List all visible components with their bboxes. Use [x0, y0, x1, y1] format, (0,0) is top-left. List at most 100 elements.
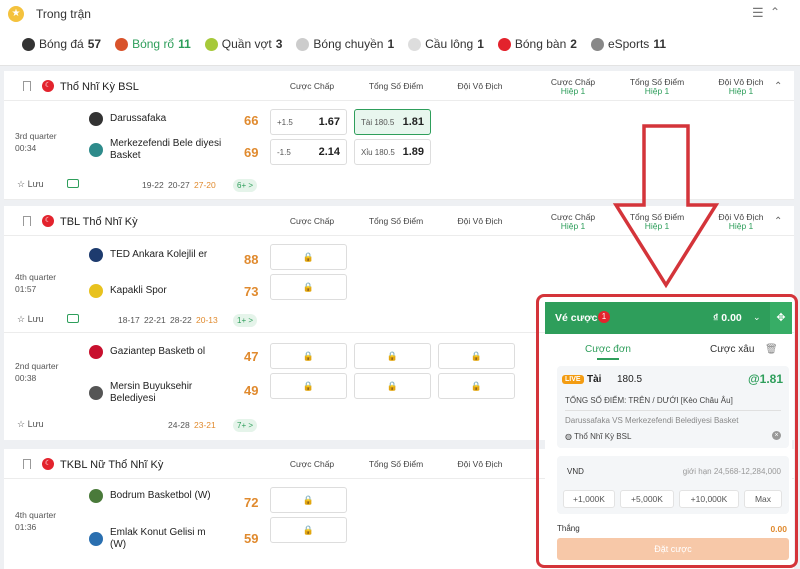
lock-icon: 🔒: [386, 381, 399, 391]
col-half1: Hiệp 1: [560, 86, 586, 96]
col-half1: Hiệp 1: [560, 221, 586, 231]
home-team[interactable]: Darussafaka: [89, 112, 222, 126]
locked-market: 🔒: [438, 373, 515, 399]
move-icon[interactable]: ✥: [770, 302, 792, 334]
favorite-button[interactable]: ☆ Lưu: [17, 314, 44, 325]
locked-market: 🔒: [270, 274, 347, 300]
col-outright: Đội Vô Địch: [457, 459, 503, 469]
selection-odds: @1.81: [747, 372, 783, 386]
away-team[interactable]: Emlak Konut Gelisi m (W): [89, 527, 222, 551]
quarter-score: 27-20: [194, 180, 216, 190]
gamepad-icon: [590, 37, 604, 51]
team-logo: [89, 248, 103, 262]
locked-market: 🔒: [438, 343, 515, 369]
away-team[interactable]: Merkezefendi Bele diyesi Basket: [89, 138, 222, 162]
odds-button[interactable]: -1.5 2.14: [270, 139, 347, 165]
odds-button[interactable]: Xỉu 180.5 1.89: [354, 139, 431, 165]
locked-market: 🔒: [354, 343, 431, 369]
col-half1: Hiệp 1: [728, 86, 754, 96]
tab-table-tennis[interactable]: Bóng bàn 2: [497, 37, 577, 51]
tab-parlay-bet[interactable]: Cược xâu: [710, 344, 754, 355]
selection-line: 180.5: [617, 374, 643, 385]
match-clock: 01:36: [15, 522, 37, 532]
betslip-header[interactable]: Vé cược 1 ₫ 0.00 ⌄ ✥: [545, 302, 792, 334]
quick-stake-button[interactable]: +1,000K: [563, 490, 615, 508]
home-score: 47: [244, 349, 259, 364]
favorite-button[interactable]: ☆ Lưu: [17, 419, 44, 430]
match-clock: 00:34: [15, 143, 37, 153]
league-name: TBL Thổ Nhĩ Kỳ: [60, 216, 138, 228]
odds-button[interactable]: +1.5 1.67: [270, 109, 347, 135]
chevron-up-icon[interactable]: ⌃: [774, 216, 782, 227]
close-icon[interactable]: ×: [772, 431, 781, 440]
more-markets-button[interactable]: 7+ >: [233, 419, 258, 432]
home-team[interactable]: Gaziantep Basketb ol: [89, 345, 222, 359]
list-menu-icon[interactable]: ☰: [752, 5, 764, 21]
match-clock: 00:38: [15, 373, 37, 383]
trash-icon[interactable]: 🗑: [765, 344, 778, 355]
locked-market: 🔒: [270, 373, 347, 399]
lock-icon: 🔒: [302, 252, 315, 262]
more-markets-button[interactable]: 1+ >: [233, 314, 258, 327]
quick-stake-max-button[interactable]: Max: [744, 490, 782, 508]
col-handicap: Cược Chấp: [289, 216, 335, 226]
away-team[interactable]: Kapakli Spor: [89, 284, 222, 298]
away-score: 59: [244, 531, 259, 546]
live-tv-icon[interactable]: [67, 314, 79, 323]
stake-input[interactable]: VND giới hạn 24,568-12,284,000 +1,000K +…: [557, 456, 789, 514]
team-logo: [89, 345, 103, 359]
lock-icon: 🔒: [302, 351, 315, 361]
favorite-button[interactable]: ☆ Lưu: [17, 179, 44, 190]
chevron-down-icon[interactable]: ⌄: [753, 312, 761, 323]
tab-esports[interactable]: eSports 11: [590, 37, 666, 51]
bookmark-icon[interactable]: [23, 459, 31, 469]
lock-icon: 🔒: [302, 495, 315, 505]
tab-badminton[interactable]: Cầu lông 1: [408, 37, 484, 51]
page-title: Trong trận: [36, 7, 91, 21]
more-markets-button[interactable]: 6+ >: [233, 179, 258, 192]
home-team[interactable]: Bodrum Basketbol (W): [89, 489, 222, 503]
currency-label: VND: [567, 467, 584, 476]
tab-football[interactable]: Bóng đá 57: [22, 37, 101, 51]
collapse-up-icon[interactable]: ⌃: [770, 5, 780, 19]
basketball-icon: [115, 37, 129, 51]
match-period: 2nd quarter: [15, 361, 59, 371]
tab-volleyball[interactable]: Bóng chuyền 1: [296, 37, 394, 51]
bookmark-icon[interactable]: [23, 81, 31, 91]
turkey-flag-icon: ☾: [42, 80, 54, 92]
lock-icon: 🔒: [302, 381, 315, 391]
locked-market: 🔒: [270, 517, 347, 543]
away-team[interactable]: Mersin Buyuksehir Belediyesi: [89, 381, 222, 405]
lock-icon: 🔒: [386, 351, 399, 361]
quarter-score: 24-28: [168, 420, 190, 430]
quarter-score: 20-13: [196, 315, 218, 325]
lock-icon: 🔒: [470, 381, 483, 391]
selection-name: Tài: [587, 374, 602, 385]
volleyball-icon: [296, 37, 310, 51]
odds-button-selected[interactable]: Tài 180.5 1.81: [354, 109, 431, 135]
home-team[interactable]: TED Ankara Kolejlil er: [89, 248, 222, 262]
place-bet-button[interactable]: Đặt cược: [557, 538, 789, 560]
market-name: TỔNG SỐ ĐIỂM: TRÊN / DƯỚI [Kèo Châu Âu]: [565, 396, 733, 405]
tab-tennis[interactable]: Quần vợt 3: [204, 37, 282, 51]
tab-single-bet[interactable]: Cược đơn: [585, 344, 631, 355]
betslip-title: Vé cược: [555, 312, 598, 324]
col-total: Tổng Số Điểm: [368, 81, 424, 91]
live-tv-icon[interactable]: [67, 179, 79, 188]
quick-stake-button[interactable]: +10,000K: [679, 490, 739, 508]
col-total: Tổng Số Điểm: [368, 216, 424, 226]
locked-market: 🔒: [270, 244, 347, 270]
stake-limit: giới hạn 24,568-12,284,000: [682, 467, 781, 476]
football-icon: [22, 37, 35, 51]
quick-stake-button[interactable]: +5,000K: [620, 490, 674, 508]
bookmark-icon[interactable]: [23, 216, 31, 226]
quarter-score: 23-21: [194, 420, 216, 430]
team-logo: [89, 386, 103, 400]
tab-basketball[interactable]: Bóng rổ 11: [115, 37, 191, 51]
chevron-up-icon[interactable]: ⌃: [774, 81, 782, 92]
match-clock: 01:57: [15, 284, 37, 294]
live-header: ★ Trong trận ☰ ⌃ Bóng đá 57 Bóng rổ 11 Quầ…: [0, 0, 800, 66]
ping-pong-icon: [497, 37, 511, 51]
away-score: 49: [244, 383, 259, 398]
potential-win-value: 0.00: [770, 524, 787, 534]
